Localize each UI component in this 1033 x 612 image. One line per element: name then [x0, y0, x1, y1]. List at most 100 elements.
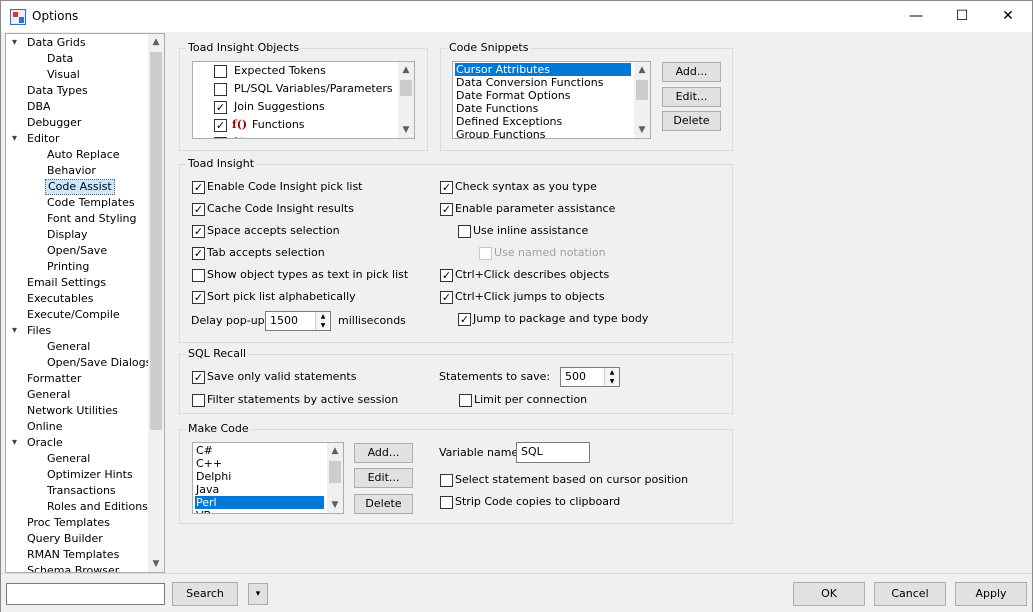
tree-item[interactable]: Oracle: [25, 435, 65, 451]
tree-item[interactable]: Online: [25, 419, 64, 435]
tree-item[interactable]: Data Types: [25, 83, 90, 99]
insight-option-checkbox[interactable]: ✓: [440, 203, 453, 216]
tree-item[interactable]: Formatter: [25, 371, 83, 387]
limit-connection-checkbox[interactable]: [459, 394, 472, 407]
tree-item[interactable]: Execute/Compile: [25, 307, 122, 323]
tree-scroll-thumb[interactable]: [150, 52, 162, 430]
tree-item[interactable]: Email Settings: [25, 275, 108, 291]
delay-popups-input[interactable]: 1500 ▲ ▼: [265, 311, 331, 331]
tree-item[interactable]: Files: [25, 323, 53, 339]
snippet-edit-button[interactable]: Edit...: [662, 87, 721, 107]
statements-to-save-input[interactable]: 500 ▲ ▼: [560, 367, 620, 387]
filter-session-checkbox[interactable]: [192, 394, 205, 407]
make-code-edit-button[interactable]: Edit...: [354, 468, 413, 488]
tree-item[interactable]: Visual: [45, 67, 82, 83]
scroll-thumb[interactable]: [636, 80, 648, 100]
tree-item[interactable]: Data Grids: [25, 35, 88, 51]
tree-item[interactable]: Executables: [25, 291, 96, 307]
save-valid-checkbox[interactable]: ✓: [192, 371, 205, 384]
tree-expander-icon[interactable]: ▾: [12, 438, 22, 448]
tree-item[interactable]: Open/Save Dialogs: [45, 355, 153, 371]
insight-option-checkbox[interactable]: ✓: [192, 247, 205, 260]
tree-item[interactable]: Font and Styling: [45, 211, 139, 227]
scroll-thumb[interactable]: [329, 461, 341, 483]
scroll-down-arrow-icon[interactable]: ▼: [398, 122, 414, 138]
code-snippet-item[interactable]: Group Functions: [455, 128, 631, 138]
scroll-up-arrow-icon[interactable]: ▲: [634, 62, 650, 78]
language-item[interactable]: Java: [195, 483, 324, 496]
insight-option-checkbox[interactable]: ✓: [440, 269, 453, 282]
tree-item[interactable]: Editor: [25, 131, 62, 147]
tree-item[interactable]: General: [45, 451, 92, 467]
tree-item[interactable]: Network Utilities: [25, 403, 120, 419]
snippet-add-button[interactable]: Add...: [662, 62, 721, 82]
tree-item[interactable]: Data: [45, 51, 75, 67]
insight-object-checkbox[interactable]: [214, 65, 227, 78]
make-code-add-button[interactable]: Add...: [354, 443, 413, 463]
tree-item[interactable]: Transactions: [45, 483, 118, 499]
insight-object-checkbox[interactable]: [214, 83, 227, 96]
tree-item[interactable]: Display: [45, 227, 90, 243]
tree-item[interactable]: RMAN Templates: [25, 547, 121, 563]
tree-item[interactable]: DBA: [25, 99, 53, 115]
tree-expander-icon[interactable]: ▾: [12, 38, 22, 48]
insight-option-checkbox[interactable]: ✓: [440, 181, 453, 194]
code-snippets-scrollbar[interactable]: ▲ ▼: [634, 62, 650, 138]
tree-expander-icon[interactable]: ▾: [12, 326, 22, 336]
scroll-down-arrow-icon[interactable]: ▼: [634, 122, 650, 138]
insight-option-checkbox[interactable]: ✓: [440, 291, 453, 304]
code-snippets-list[interactable]: Cursor Attributes Data Conversion Functio…: [452, 61, 651, 139]
code-snippet-item[interactable]: Date Format Options: [455, 89, 631, 102]
insight-option-checkbox[interactable]: ✓: [192, 181, 205, 194]
code-snippet-item[interactable]: Data Conversion Functions: [455, 76, 631, 89]
language-item[interactable]: Perl: [195, 496, 324, 509]
tree-item[interactable]: Auto Replace: [45, 147, 122, 163]
tree-item[interactable]: General: [25, 387, 72, 403]
tree-item[interactable]: Proc Templates: [25, 515, 112, 531]
scroll-up-arrow-icon[interactable]: ▲: [148, 34, 164, 50]
tree-item[interactable]: Behavior: [45, 163, 98, 179]
insight-option-checkbox[interactable]: ✓: [192, 203, 205, 216]
insight-option-checkbox[interactable]: [458, 225, 471, 238]
maximize-button[interactable]: ☐: [939, 1, 985, 32]
insight-option-checkbox[interactable]: ✓: [192, 291, 205, 304]
apply-button[interactable]: Apply: [955, 582, 1027, 606]
tree-scrollbar[interactable]: ▲ ▼: [148, 34, 164, 572]
spin-down-icon[interactable]: ▼: [605, 377, 619, 386]
delay-spinner[interactable]: ▲ ▼: [315, 312, 330, 330]
close-button[interactable]: ✕: [985, 1, 1031, 32]
insight-option-checkbox[interactable]: [192, 269, 205, 282]
insight-option-checkbox[interactable]: ✓: [192, 225, 205, 238]
insight-object-checkbox[interactable]: ✓: [214, 119, 227, 132]
search-dropdown-icon[interactable]: ▾: [248, 583, 268, 605]
tree-item[interactable]: Printing: [45, 259, 91, 275]
scroll-up-arrow-icon[interactable]: ▲: [327, 443, 343, 459]
code-snippet-item[interactable]: Cursor Attributes: [455, 63, 631, 76]
language-item[interactable]: C++: [195, 457, 324, 470]
insight-objects-scrollbar[interactable]: ▲ ▼: [398, 62, 414, 138]
make-code-language-list[interactable]: C#C++DelphiJavaPerlVB ▲ ▼: [192, 442, 344, 514]
insight-object-checkbox[interactable]: ✓: [214, 137, 227, 138]
language-item[interactable]: Delphi: [195, 470, 324, 483]
tree-item[interactable]: Debugger: [25, 115, 83, 131]
minimize-button[interactable]: —: [893, 1, 939, 32]
tree-item[interactable]: Schema Browser: [25, 563, 121, 572]
tree-item[interactable]: Optimizer Hints: [45, 467, 135, 483]
spin-up-icon[interactable]: ▲: [316, 312, 330, 321]
tree-expander-icon[interactable]: ▾: [12, 134, 22, 144]
tree-item[interactable]: Query Builder: [25, 531, 105, 547]
ok-button[interactable]: OK: [793, 582, 865, 606]
insight-option-checkbox[interactable]: ✓: [458, 313, 471, 326]
scroll-down-arrow-icon[interactable]: ▼: [148, 556, 164, 572]
search-button[interactable]: Search: [172, 582, 238, 606]
code-snippet-item[interactable]: Defined Exceptions: [455, 115, 631, 128]
tree-item[interactable]: Code Templates: [45, 195, 137, 211]
statements-spinner[interactable]: ▲ ▼: [604, 368, 619, 386]
insight-object-checkbox[interactable]: ✓: [214, 101, 227, 114]
snippet-delete-button[interactable]: Delete: [662, 111, 721, 131]
spin-up-icon[interactable]: ▲: [605, 368, 619, 377]
make-code-scrollbar[interactable]: ▲ ▼: [327, 443, 343, 513]
variable-name-input[interactable]: SQL: [516, 442, 590, 463]
spin-down-icon[interactable]: ▼: [316, 321, 330, 330]
code-snippet-item[interactable]: Date Functions: [455, 102, 631, 115]
